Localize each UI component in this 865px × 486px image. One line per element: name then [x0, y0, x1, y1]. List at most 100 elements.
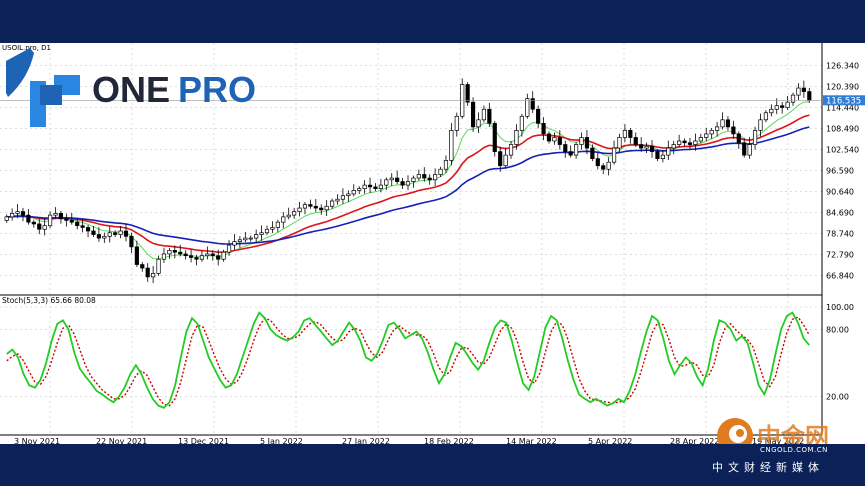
- candle-body: [248, 237, 253, 240]
- price-tick-label: 126.340: [826, 62, 859, 71]
- candle: [281, 211, 286, 229]
- candle-body: [91, 230, 96, 235]
- candle: [671, 140, 676, 155]
- candle: [189, 249, 194, 263]
- candle-body: [118, 230, 123, 235]
- watermark-coin-dot: [736, 429, 744, 437]
- candle-body: [102, 235, 107, 239]
- candle-body: [552, 137, 557, 142]
- candle: [731, 120, 736, 139]
- candle: [113, 230, 118, 237]
- candle: [801, 80, 806, 98]
- candle: [579, 132, 584, 150]
- candle-body: [443, 160, 449, 170]
- candle-body: [292, 211, 297, 216]
- candle-body: [617, 137, 622, 149]
- candle: [720, 112, 725, 130]
- candle-body: [546, 133, 552, 142]
- candle-body: [156, 258, 161, 274]
- candle: [4, 214, 9, 223]
- candle-body: [563, 144, 568, 152]
- candle: [395, 170, 400, 185]
- candle-body: [4, 216, 9, 221]
- candle-body: [633, 137, 638, 145]
- candle-body: [801, 87, 806, 92]
- candle-body: [243, 237, 248, 241]
- candle-body: [161, 253, 167, 260]
- candle-body: [259, 232, 264, 235]
- candle: [389, 173, 394, 186]
- price-tick-label: 84.690: [826, 209, 854, 218]
- candle-body: [584, 137, 590, 149]
- candle: [666, 140, 671, 161]
- candle-body: [671, 144, 676, 149]
- candle: [308, 199, 313, 209]
- candle: [536, 105, 541, 129]
- candle-body: [660, 154, 665, 159]
- candle-body: [649, 145, 655, 152]
- candle: [525, 93, 530, 119]
- candle-body: [140, 264, 145, 269]
- candle: [123, 223, 129, 242]
- candle-body: [205, 253, 210, 257]
- candle: [85, 225, 91, 238]
- candle-body: [807, 91, 812, 101]
- candle-body: [438, 168, 443, 175]
- candle: [232, 234, 237, 251]
- candle-body: [10, 213, 15, 218]
- price-tick-label: 78.740: [826, 230, 854, 239]
- price-tick-label: 108.490: [826, 125, 859, 134]
- price-tick-label: 120.390: [826, 83, 859, 92]
- candle: [259, 225, 264, 241]
- candle: [807, 87, 812, 103]
- candle: [351, 184, 356, 197]
- candle: [649, 140, 655, 158]
- candle-body: [302, 204, 308, 209]
- candle-body: [568, 151, 573, 156]
- candle: [107, 226, 112, 243]
- time-tick-label: 22 Nov 2021: [96, 437, 147, 444]
- logo-name-dark: ONE: [92, 69, 170, 110]
- candle-body: [601, 165, 606, 170]
- candle-body: [346, 193, 351, 197]
- candle-body: [264, 228, 270, 234]
- current-price-label: 116.535: [826, 96, 861, 106]
- candle-body: [319, 207, 324, 211]
- time-tick-label: 13 Dec 2021: [178, 437, 229, 444]
- candle-body: [405, 181, 411, 186]
- oscillator-tick-label: 80.00: [826, 325, 849, 334]
- candle: [709, 127, 714, 139]
- candle-body: [525, 98, 530, 117]
- candle: [633, 132, 638, 147]
- candle-body: [579, 137, 584, 145]
- candle: [660, 150, 665, 163]
- candle: [329, 198, 335, 209]
- candle: [460, 78, 465, 119]
- candle-body: [64, 218, 69, 221]
- candle-body: [75, 221, 80, 227]
- candle: [427, 174, 432, 185]
- candle: [769, 104, 774, 117]
- candle: [454, 112, 459, 137]
- candle-body: [395, 177, 400, 182]
- candle: [736, 131, 741, 149]
- candle-body: [606, 161, 611, 170]
- candle: [275, 219, 280, 233]
- candle-body: [508, 144, 514, 156]
- candle-body: [422, 174, 427, 179]
- candle: [622, 124, 627, 143]
- candle: [611, 140, 617, 165]
- candle-body: [769, 108, 774, 114]
- candle: [546, 131, 552, 144]
- time-axis-ticks: 3 Nov 2021 22 Nov 2021 13 Dec 2021 5 Jan 20…: [14, 437, 804, 446]
- candle-body: [389, 177, 394, 181]
- candle-body: [172, 250, 177, 253]
- candle-body: [796, 87, 801, 96]
- candle: [422, 167, 427, 182]
- candle: [752, 126, 758, 150]
- candle: [161, 247, 167, 263]
- candle: [48, 211, 53, 229]
- candle-body: [790, 94, 796, 103]
- candle: [134, 240, 139, 267]
- candle-body: [254, 234, 259, 239]
